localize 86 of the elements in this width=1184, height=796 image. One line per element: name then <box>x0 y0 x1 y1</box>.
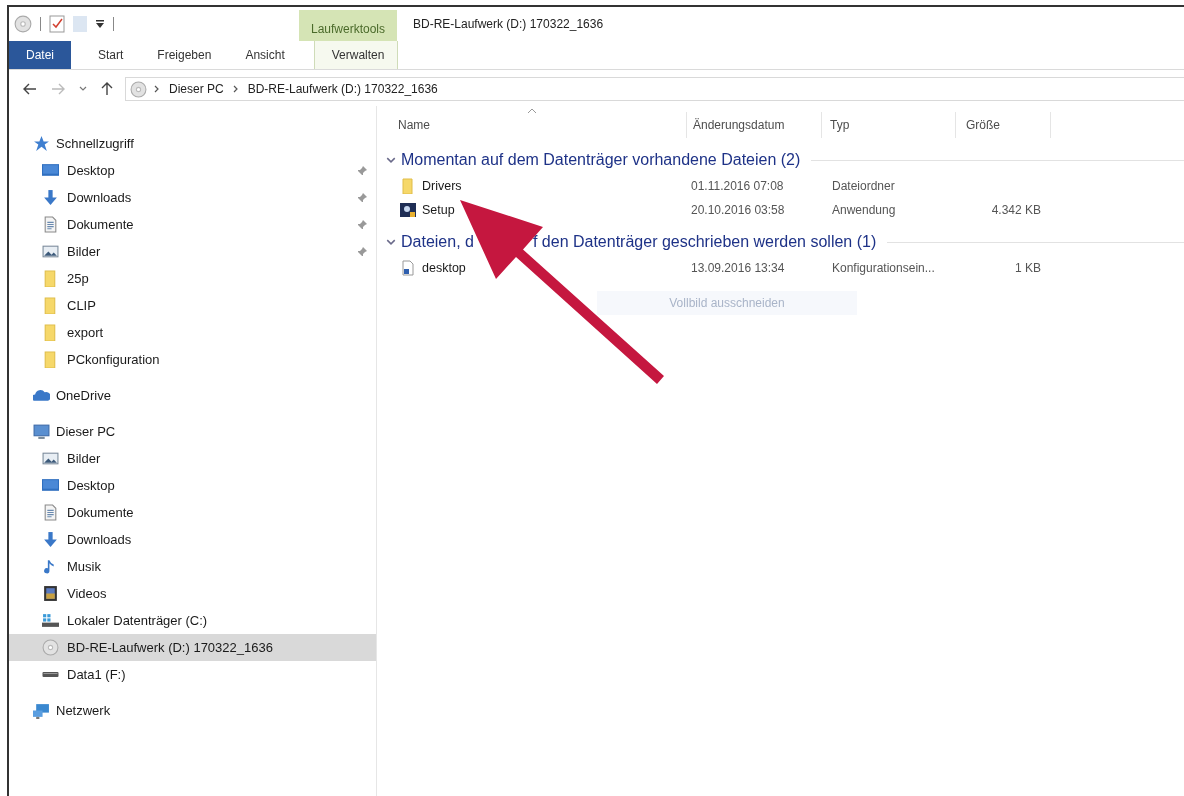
dropdown-icon[interactable] <box>95 19 105 29</box>
pin-icon[interactable] <box>356 218 368 231</box>
nav-item[interactable]: Dieser PC <box>9 418 376 445</box>
nav-item[interactable]: Bilder <box>9 445 376 472</box>
type-cell-text: Anwendung <box>831 203 897 217</box>
breadcrumb[interactable]: BD-RE-Laufwerk (D:) 170322_1636 <box>245 82 440 96</box>
disc-icon <box>14 15 32 33</box>
download-arrow-icon <box>42 531 59 548</box>
chevron-down-icon <box>79 85 87 93</box>
monitor-icon <box>42 162 59 179</box>
breadcrumb-separator-icon <box>153 85 161 93</box>
nav-item[interactable]: Desktop <box>9 157 376 184</box>
nav-item[interactable]: Downloads <box>9 526 376 553</box>
nav-item[interactable]: Bilder <box>9 238 376 265</box>
nav-item[interactable]: Schnellzugriff <box>9 130 376 157</box>
hard-drive-icon <box>42 672 59 677</box>
file-name[interactable]: Setup <box>422 203 455 217</box>
type-cell-text: Konfigurationsein... <box>831 261 936 275</box>
pin-icon[interactable] <box>356 245 368 258</box>
ribbon-tab[interactable]: Freigeben <box>140 41 229 69</box>
date-cell-text: 20.10.2016 03:58 <box>690 203 786 217</box>
column-header[interactable]: Änderungsdatum <box>687 112 822 138</box>
ribbon-tab[interactable]: Ansicht <box>228 41 302 69</box>
back-arrow-icon[interactable] <box>23 83 37 95</box>
monitor-icon <box>42 477 59 494</box>
nav-item[interactable]: CLIP <box>9 292 376 319</box>
column-header[interactable]: Typ <box>822 112 956 138</box>
nav-item[interactable]: Lokaler Datenträger (C:) <box>9 607 376 634</box>
disc-icon <box>130 80 147 98</box>
group-heading: Dateien, d <box>401 233 474 251</box>
sort-caret-icon <box>526 108 537 114</box>
nav-item[interactable]: Dokumente <box>9 211 376 238</box>
pin-icon[interactable] <box>356 164 368 177</box>
disc-icon <box>42 639 59 656</box>
size-cell: 1 KB <box>1015 261 1041 275</box>
document-icon <box>42 216 59 233</box>
nav-item[interactable]: Musik <box>9 553 376 580</box>
nav-item[interactable]: 25p <box>9 265 376 292</box>
picture-icon <box>42 243 59 260</box>
tooltip-text: Vollbild ausschneiden <box>669 296 785 310</box>
ribbon-tab[interactable]: Start <box>81 41 141 69</box>
nav-item[interactable]: export <box>9 319 376 346</box>
window-title: BD-RE-Laufwerk (D:) 170322_1636 <box>412 16 604 33</box>
forward-arrow-icon[interactable] <box>51 83 65 95</box>
pin-icon[interactable] <box>356 191 368 204</box>
group-heading: Momentan auf dem Datenträger vorhandene Dateien (2) <box>401 151 801 169</box>
folder-icon <box>400 178 416 194</box>
nav-item[interactable]: Data1 (F:) <box>9 661 376 688</box>
column-header[interactable]: Größe <box>956 112 1051 138</box>
ribbon-tab[interactable]: Verwalten <box>313 41 398 69</box>
group-heading: f den Datenträger geschrieben werden sollen (1) <box>532 233 877 251</box>
file-name[interactable]: desktop <box>422 261 466 275</box>
application-icon <box>400 202 416 218</box>
star-icon <box>33 135 50 152</box>
network-icon <box>33 702 50 719</box>
context-tab-group: Laufwerktools <box>299 10 397 41</box>
hard-drive-icon <box>42 612 59 629</box>
type-cell-text: Dateiordner <box>831 179 896 193</box>
picture-icon <box>42 450 59 467</box>
ribbon-tab[interactable]: Datei <box>9 41 71 69</box>
up-arrow-icon[interactable] <box>101 82 113 96</box>
nav-item[interactable]: Netzwerk <box>9 697 376 724</box>
column-header[interactable]: Name <box>377 112 687 138</box>
download-arrow-icon <box>42 189 59 206</box>
date-cell-text: 13.09.2016 13:34 <box>690 261 786 275</box>
cloud-icon <box>33 387 50 404</box>
checklist-icon[interactable] <box>49 15 65 33</box>
breadcrumb-separator-icon <box>231 85 240 93</box>
nav-item[interactable]: Videos <box>9 580 376 607</box>
file-name[interactable]: Drivers <box>422 179 462 193</box>
chevron-down-icon <box>386 237 396 247</box>
computer-icon <box>33 423 50 440</box>
nav-item[interactable]: Desktop <box>9 472 376 499</box>
date-cell-text: 01.11.2016 07:08 <box>690 179 785 193</box>
nav-item[interactable]: OneDrive <box>9 382 376 409</box>
breadcrumb[interactable]: Dieser PC <box>167 82 226 96</box>
nav-item[interactable]: BD-RE-Laufwerk (D:) 170322_1636 <box>9 634 376 661</box>
size-cell: 4.342 KB <box>991 203 1041 217</box>
nav-item[interactable]: PCkonfiguration <box>9 346 376 373</box>
nav-item[interactable]: Dokumente <box>9 499 376 526</box>
film-icon <box>42 585 59 602</box>
nav-item[interactable]: Downloads <box>9 184 376 211</box>
settings-file-icon <box>400 260 416 276</box>
document-icon <box>42 504 59 521</box>
chevron-down-icon <box>386 155 396 165</box>
address-field[interactable]: Dieser PC BD-RE-Laufwerk (D:) 170322_1636 <box>125 77 1184 101</box>
